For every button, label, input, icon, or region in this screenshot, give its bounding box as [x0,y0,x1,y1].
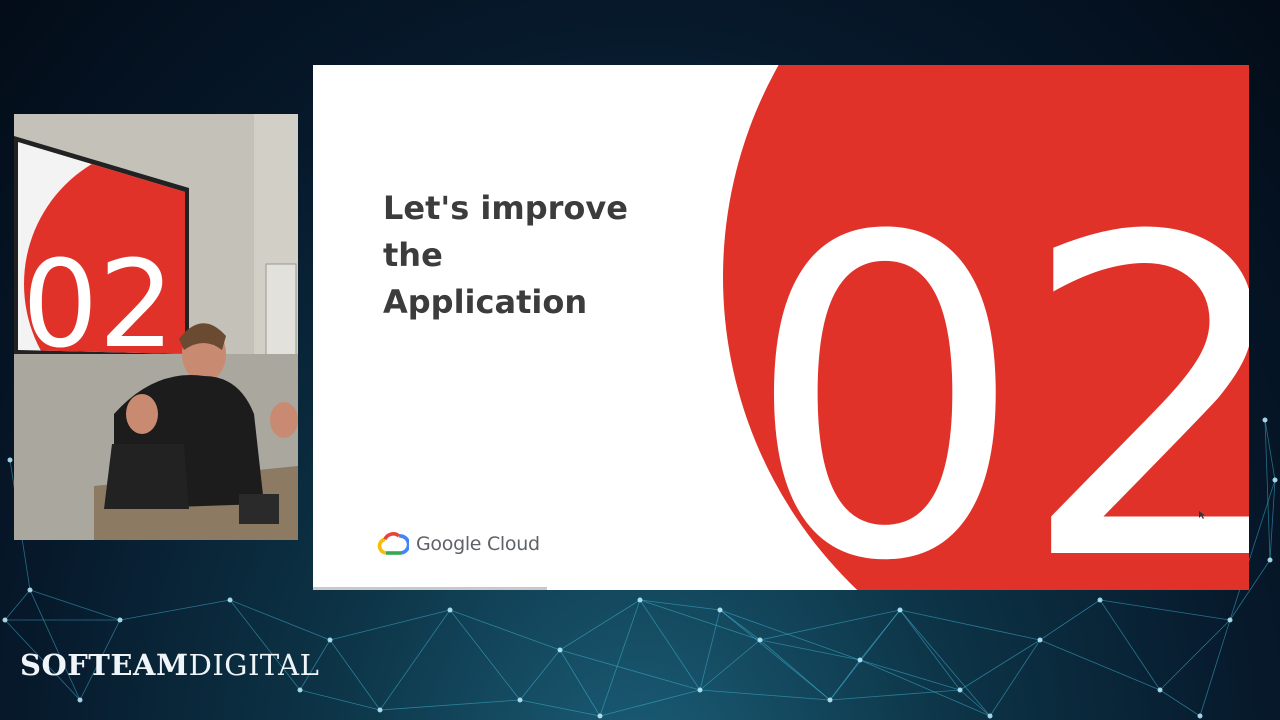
network-line [639,599,721,611]
network-node [1262,417,1268,423]
network-node [27,587,33,593]
network-line [1199,619,1231,717]
network-line [699,639,761,691]
network-line [899,609,1041,641]
network-line [229,599,331,641]
network-node [117,617,123,623]
network-node [2,617,8,623]
mouse-cursor-icon [1199,511,1205,519]
network-line [899,609,991,717]
network-line [1159,619,1231,691]
network-line [959,689,991,717]
network-node [987,713,993,719]
network-node [227,597,233,603]
network-line [559,599,641,651]
network-node [597,713,603,719]
network-line [1039,599,1101,641]
network-node [857,657,863,663]
network-line [759,639,861,661]
title-line: the [383,236,443,274]
network-node [637,597,643,603]
network-node [1227,617,1233,623]
watermark-strong: SOFTEAM [20,648,189,682]
google-cloud-wordmark: Google Cloud [416,533,540,555]
network-line [29,589,81,701]
network-node [897,607,903,613]
google-cloud-icon [377,532,409,555]
slide-title: Let's improve the Application [383,185,713,326]
network-line [1264,419,1271,561]
network-node [1267,557,1273,563]
network-node [1037,637,1043,643]
network-line [519,699,601,717]
watermark-light: DIGITAL [188,648,320,682]
network-node [1157,687,1163,693]
network-node [447,607,453,613]
section-number: 02 [745,145,1249,590]
softeam-digital-watermark: SOFTEAMDIGITAL [20,648,319,682]
network-line [829,659,861,701]
network-line [719,609,831,701]
network-line [599,689,701,717]
network-line [1039,639,1161,691]
network-line [519,649,561,701]
network-node [517,697,523,703]
title-line: Application [383,283,588,321]
network-node [557,647,563,653]
network-line [719,609,861,661]
slide-progress-bar [313,587,547,590]
network-line [29,589,121,621]
network-line [639,599,701,691]
network-node [377,707,383,713]
presentation-slide: 02 Let's improve the Application Google … [313,65,1249,590]
network-line [699,689,831,701]
network-line [4,589,31,621]
speaker-webcam: 02 [14,114,298,540]
network-node [697,687,703,693]
network-line [1099,599,1161,691]
network-node [1272,477,1278,483]
network-line [989,639,1041,717]
network-node [77,697,83,703]
network-line [639,599,761,641]
network-line [1099,599,1231,621]
network-line [449,609,521,701]
network-node [1197,713,1203,719]
network-node [717,607,723,613]
network-node [327,637,333,643]
network-line [119,599,231,621]
network-node [827,697,833,703]
network-line [379,699,521,711]
network-line [599,599,641,717]
network-node [7,457,13,463]
network-line [449,609,561,651]
section-art: 02 [723,65,1249,590]
network-line [759,609,901,641]
network-line [1159,689,1201,717]
network-line [899,609,961,691]
speaker-video-frame: 02 [14,114,298,540]
network-line [859,659,961,691]
network-node [1097,597,1103,603]
network-node [957,687,963,693]
network-line [859,659,991,717]
network-line [959,639,1041,691]
google-cloud-logo: Google Cloud [377,529,540,559]
network-node [757,637,763,643]
network-node [297,687,303,693]
title-line: Let's improve [383,189,628,227]
network-line [699,609,721,691]
